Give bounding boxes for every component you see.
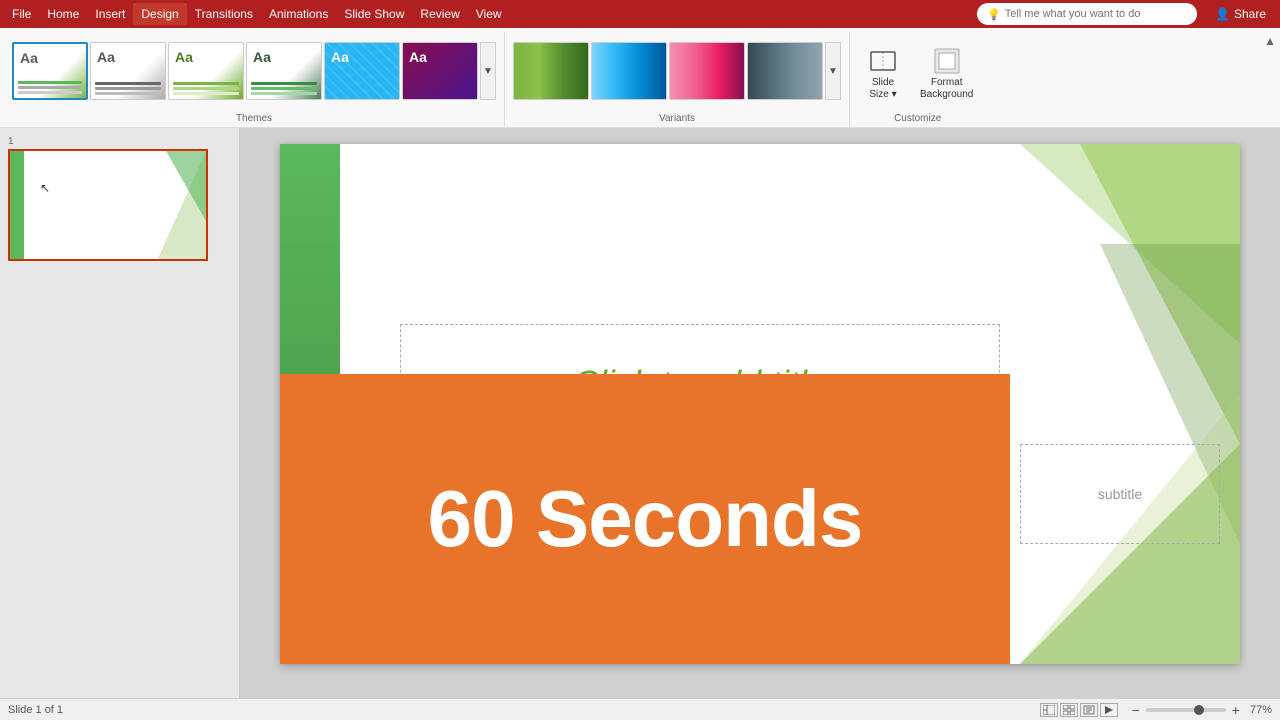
variants-scroll-button[interactable]: ▼ [825,42,841,100]
theme-3-label: Aa [175,49,193,65]
theme-1-label: Aa [20,50,38,66]
slide-thumbnail-1[interactable]: 1 ↖ [8,136,231,261]
share-icon: 👤 [1215,7,1230,21]
slide-number: 1 [8,136,231,147]
slide-size-label: SlideSize ▾ [869,77,896,101]
theme-item-3[interactable]: Aa [168,42,244,100]
status-right: − + 77% [1040,702,1272,718]
slide-size-button[interactable]: SlideSize ▾ [858,41,908,105]
ribbon-collapse-button[interactable]: ▲ [1264,32,1276,50]
menu-animations[interactable]: Animations [261,3,336,25]
share-button[interactable]: 👤 Share [1205,3,1276,25]
theme-2-label: Aa [97,49,115,65]
theme-item-5[interactable]: Aa [324,42,400,100]
themes-scroll-button[interactable]: ▼ [480,42,496,100]
search-box[interactable]: 💡 [977,3,1197,25]
theme-item-1[interactable]: Aa [12,42,88,100]
subtitle-placeholder[interactable]: subtitle [1020,444,1220,544]
zoom-level: 77% [1250,704,1272,716]
customize-buttons: SlideSize ▾ FormatBackground [858,36,977,110]
menu-bar: File Home Insert Design Transitions Anim… [0,0,1280,28]
collapse-icon: ▲ [1264,34,1276,48]
theme-item-6[interactable]: Aa [402,42,478,100]
zoom-slider[interactable] [1146,708,1226,712]
slideshow-button[interactable] [1100,703,1118,717]
menu-file[interactable]: File [4,3,39,25]
menu-transitions[interactable]: Transitions [187,3,261,25]
menu-home[interactable]: Home [39,3,87,25]
reading-view-button[interactable] [1080,703,1098,717]
scroll-down-icon: ▼ [483,66,493,77]
orange-overlay: 60 Seconds [280,374,1010,664]
menu-design[interactable]: Design [133,3,186,25]
slide-panel: 1 ↖ [0,128,240,720]
slide-thumb-image: ↖ [8,149,208,261]
main-area: 1 ↖ [0,128,1280,720]
variants-section: ▼ Variants [505,32,850,127]
theme-6-label: Aa [409,49,427,65]
format-background-label: FormatBackground [920,77,973,101]
slide-info: Slide 1 of 1 [8,704,63,716]
slide-sorter-button[interactable] [1060,703,1078,717]
variants-row: ▼ [513,32,841,110]
variant-scroll-down-icon: ▼ [828,66,838,77]
format-background-button[interactable]: FormatBackground [916,41,977,105]
themes-section-title: Themes [236,110,272,127]
variant-item-2[interactable] [591,42,667,100]
slide-canvas[interactable]: Click to add title subtitle 60 Seconds [240,128,1280,720]
zoom-thumb [1194,705,1204,715]
theme-item-2[interactable]: Aa [90,42,166,100]
customize-section: SlideSize ▾ FormatBackground Customize [850,32,985,127]
variant-item-1[interactable] [513,42,589,100]
view-buttons [1040,703,1118,717]
menu-view[interactable]: View [468,3,510,25]
theme-4-label: Aa [253,49,271,65]
menu-slideshow[interactable]: Slide Show [336,3,412,25]
zoom-minus-button[interactable]: − [1130,702,1142,718]
customize-section-title: Customize [894,110,941,127]
format-background-icon [931,45,963,77]
search-input[interactable] [1005,8,1185,20]
theme-item-4[interactable]: Aa [246,42,322,100]
subtitle-placeholder-text: subtitle [1098,486,1142,502]
slide-main: Click to add title subtitle 60 Seconds [280,144,1240,664]
variant-item-3[interactable] [669,42,745,100]
normal-view-button[interactable] [1040,703,1058,717]
zoom-plus-button[interactable]: + [1230,702,1242,718]
status-bar: Slide 1 of 1 − + 77% [0,698,1280,720]
menu-review[interactable]: Review [412,3,467,25]
themes-section: Aa Aa [4,32,505,127]
slide-design-right [1020,144,1240,664]
variants-section-title: Variants [659,110,695,127]
themes-row: Aa Aa [12,32,496,110]
thumb-green-left [10,151,24,259]
variant-item-4[interactable] [747,42,823,100]
slide-size-icon [867,45,899,77]
overlay-text: 60 Seconds [428,473,863,565]
ribbon: Aa Aa [0,28,1280,128]
thumb-green-right [156,151,206,259]
menu-insert[interactable]: Insert [87,3,133,25]
